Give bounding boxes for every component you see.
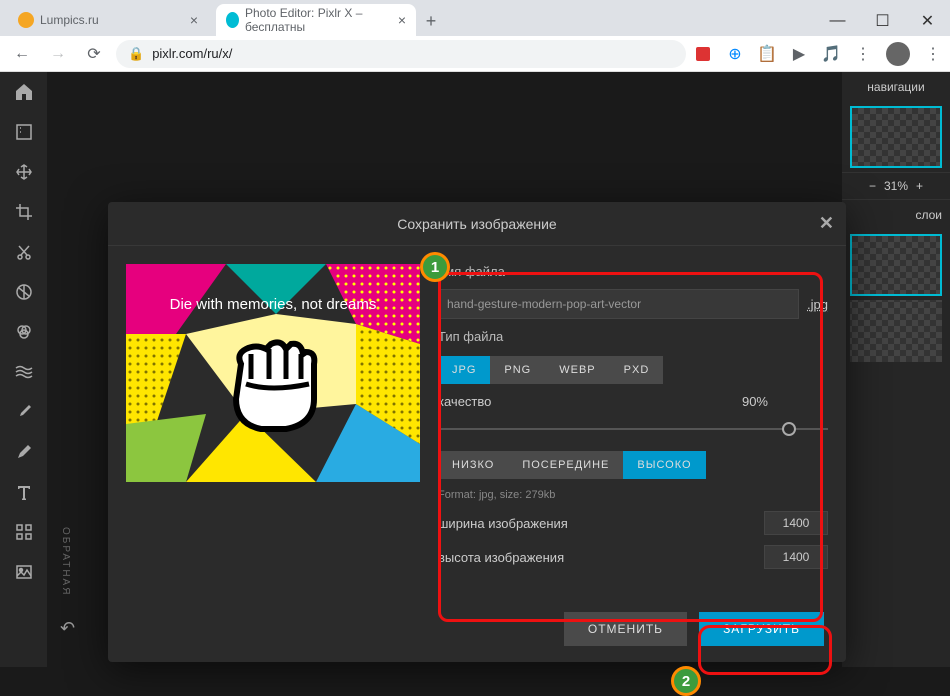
browser-titlebar: Lumpics.ru × Photo Editor: Pixlr X – бес… <box>0 0 950 36</box>
format-info: Format: jpg, size: 279kb <box>438 489 828 501</box>
quality-value: 90% <box>742 394 768 409</box>
filetype-label: Тип файла <box>438 329 828 344</box>
annotation-marker: 1 <box>420 252 450 282</box>
url-input[interactable]: 🔒 pixlr.com/ru/x/ <box>116 40 686 68</box>
quality-slider[interactable] <box>438 419 828 439</box>
dialog-header: Сохранить изображение ✕ <box>108 202 846 246</box>
width-input[interactable] <box>764 511 828 535</box>
close-icon[interactable]: ✕ <box>819 213 834 234</box>
close-icon[interactable]: × <box>190 12 198 28</box>
type-pxd-button[interactable]: PXD <box>610 356 664 384</box>
image-preview: Die with memories, not dreams <box>126 264 420 482</box>
liquify-icon[interactable] <box>8 360 40 384</box>
element-icon[interactable] <box>8 520 40 544</box>
filename-label: имя файла <box>438 264 828 279</box>
profile-avatar[interactable] <box>886 42 910 66</box>
address-bar: ← → ⟳ 🔒 pixlr.com/ru/x/ ⊕ 📋 ▶ 🎵 ⋮ ⋮ <box>0 36 950 72</box>
reload-button[interactable]: ⟳ <box>80 40 108 68</box>
width-label: ширина изображения <box>438 516 568 531</box>
tab-lumpics[interactable]: Lumpics.ru × <box>8 4 208 36</box>
type-jpg-button[interactable]: JPG <box>438 356 490 384</box>
maximize-button[interactable]: ☐ <box>860 6 905 36</box>
type-png-button[interactable]: PNG <box>490 356 545 384</box>
height-label: высота изображения <box>438 550 564 565</box>
undo-icon[interactable]: ↶ <box>60 618 75 639</box>
tab-pixlr[interactable]: Photo Editor: Pixlr X – бесплатны × <box>216 4 416 36</box>
adjust-icon[interactable] <box>8 280 40 304</box>
tool-sidebar <box>0 72 47 667</box>
extension-icon[interactable] <box>694 45 712 63</box>
editor-app: навигации − 31% + слои ОБРАТНАЯ ↶ ОТМЕНИ… <box>0 72 950 667</box>
crop-icon[interactable] <box>8 200 40 224</box>
properties-icon[interactable] <box>8 120 40 144</box>
layers-label: слои <box>842 200 950 230</box>
layer-thumbnail[interactable] <box>850 234 942 296</box>
favicon <box>18 12 34 28</box>
quality-label: качество <box>438 394 491 409</box>
quality-low-button[interactable]: НИЗКО <box>438 451 508 479</box>
close-window-button[interactable]: ✕ <box>905 6 950 36</box>
type-webp-button[interactable]: WEBP <box>545 356 609 384</box>
url-text: pixlr.com/ru/x/ <box>152 46 232 61</box>
draw-icon[interactable] <box>8 440 40 464</box>
extension-icon[interactable]: ▶ <box>790 45 808 63</box>
layer-thumbnail[interactable] <box>850 300 942 362</box>
quality-mid-button[interactable]: ПОСЕРЕДИНЕ <box>508 451 623 479</box>
minimize-button[interactable]: — <box>815 6 860 36</box>
home-icon[interactable] <box>8 80 40 104</box>
close-icon[interactable]: × <box>398 12 406 28</box>
menu-button[interactable]: ⋮ <box>854 45 872 63</box>
zoom-value: 31% <box>884 179 908 193</box>
file-extension[interactable]: .jpg <box>807 297 828 312</box>
nav-thumbnail[interactable] <box>850 106 942 168</box>
cut-icon[interactable] <box>8 240 40 264</box>
add-image-icon[interactable] <box>8 560 40 584</box>
height-input[interactable] <box>764 545 828 569</box>
slider-thumb[interactable] <box>782 422 796 436</box>
right-panel: навигации − 31% + слои <box>842 72 950 667</box>
quality-high-button[interactable]: ВЫСОКО <box>623 451 705 479</box>
annotation-marker: 2 <box>671 666 701 696</box>
zoom-out-button[interactable]: − <box>869 179 876 193</box>
extension-icon[interactable]: 🎵 <box>822 45 840 63</box>
preview-caption: Die with memories, not dreams <box>126 296 420 313</box>
arrange-icon[interactable] <box>8 160 40 184</box>
panel-title: навигации <box>842 72 950 102</box>
brush-icon[interactable] <box>8 400 40 424</box>
cancel-button[interactable]: ОТМЕНИТЬ <box>564 612 687 646</box>
menu-button[interactable]: ⋮ <box>924 45 942 63</box>
zoom-in-button[interactable]: + <box>916 179 923 193</box>
text-icon[interactable] <box>8 480 40 504</box>
filename-input[interactable] <box>438 289 799 319</box>
extension-icon[interactable]: 📋 <box>758 45 776 63</box>
history-label: ОБРАТНАЯ <box>60 527 71 596</box>
tab-label: Photo Editor: Pixlr X – бесплатны <box>245 6 392 34</box>
back-button[interactable]: ← <box>8 40 36 68</box>
tab-label: Lumpics.ru <box>40 13 99 27</box>
extension-icon[interactable]: ⊕ <box>726 45 744 63</box>
dialog-title: Сохранить изображение <box>397 216 556 232</box>
filter-icon[interactable] <box>8 320 40 344</box>
favicon <box>226 12 239 28</box>
lock-icon: 🔒 <box>128 46 144 62</box>
save-dialog: Сохранить изображение ✕ <box>108 202 846 662</box>
download-button[interactable]: ЗАГРУЗИТЬ <box>699 612 824 646</box>
save-form: имя файла .jpg Тип файла JPG PNG WEBP PX… <box>438 264 828 584</box>
new-tab-button[interactable]: + <box>416 6 446 36</box>
forward-button[interactable]: → <box>44 40 72 68</box>
